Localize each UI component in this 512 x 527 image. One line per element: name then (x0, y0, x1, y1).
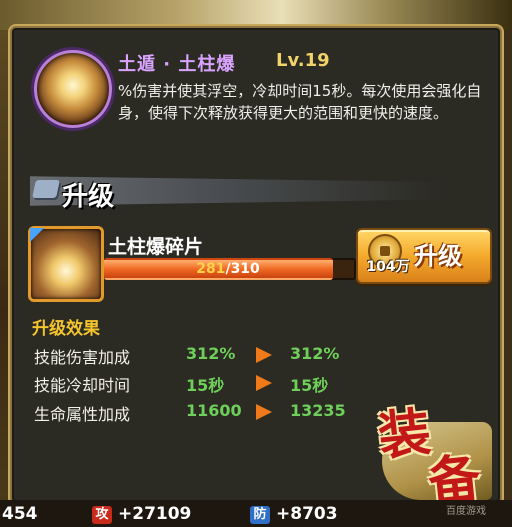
fragment-current: 281 (196, 261, 226, 277)
effect-to-cooldown: 15秒 (290, 376, 329, 395)
upgrade-effects-title: 升级效果 (32, 319, 100, 339)
earth-pillar-skill-icon[interactable] (34, 50, 112, 128)
effect-to-damage: 312% (290, 344, 340, 363)
arrow-right-icon (256, 404, 272, 420)
equipment-badge-char1: 装 (375, 402, 434, 468)
attack-badge: 攻 (92, 506, 112, 524)
upgrade-cost: 104万 (366, 259, 410, 275)
fragment-required: 310 (230, 261, 260, 277)
effect-label-hp: 生命属性加成 (34, 405, 131, 424)
bottom-left-value: 454 (2, 504, 38, 524)
defense-value: +8703 (276, 504, 338, 524)
effect-label-damage: 技能伤害加成 (34, 348, 131, 367)
fragment-progress-text: 281/310 (104, 258, 352, 280)
upgrade-button-label: 升级 (414, 242, 462, 270)
effect-from-cooldown: 15秒 (186, 376, 225, 395)
effect-from-damage: 312% (186, 344, 236, 363)
upgrade-section-title: 升级 (62, 182, 115, 212)
arrow-right-icon (256, 347, 272, 363)
effect-to-hp: 13235 (290, 401, 346, 420)
upgrade-section-icon (32, 180, 60, 198)
effect-from-hp: 11600 (186, 401, 242, 420)
skill-name: 土遁 · 土柱爆 (118, 54, 236, 75)
skill-level: Lv.19 (276, 50, 330, 71)
skill-description: %伤害并使其浮空，冷却时间15秒。每次使用会强化自身，使得下次释放获得更大的范围… (118, 82, 482, 122)
watermark-text: 百度游戏 (446, 506, 486, 517)
effect-label-cooldown: 技能冷却时间 (34, 376, 131, 395)
attack-value: +27109 (118, 504, 192, 524)
defense-badge: 防 (250, 506, 270, 524)
arrow-right-icon (256, 375, 272, 391)
fragment-corner-icon (30, 228, 44, 242)
fragment-name: 土柱爆碎片 (108, 236, 204, 258)
equipment-badge[interactable]: 装 备 (372, 392, 496, 514)
